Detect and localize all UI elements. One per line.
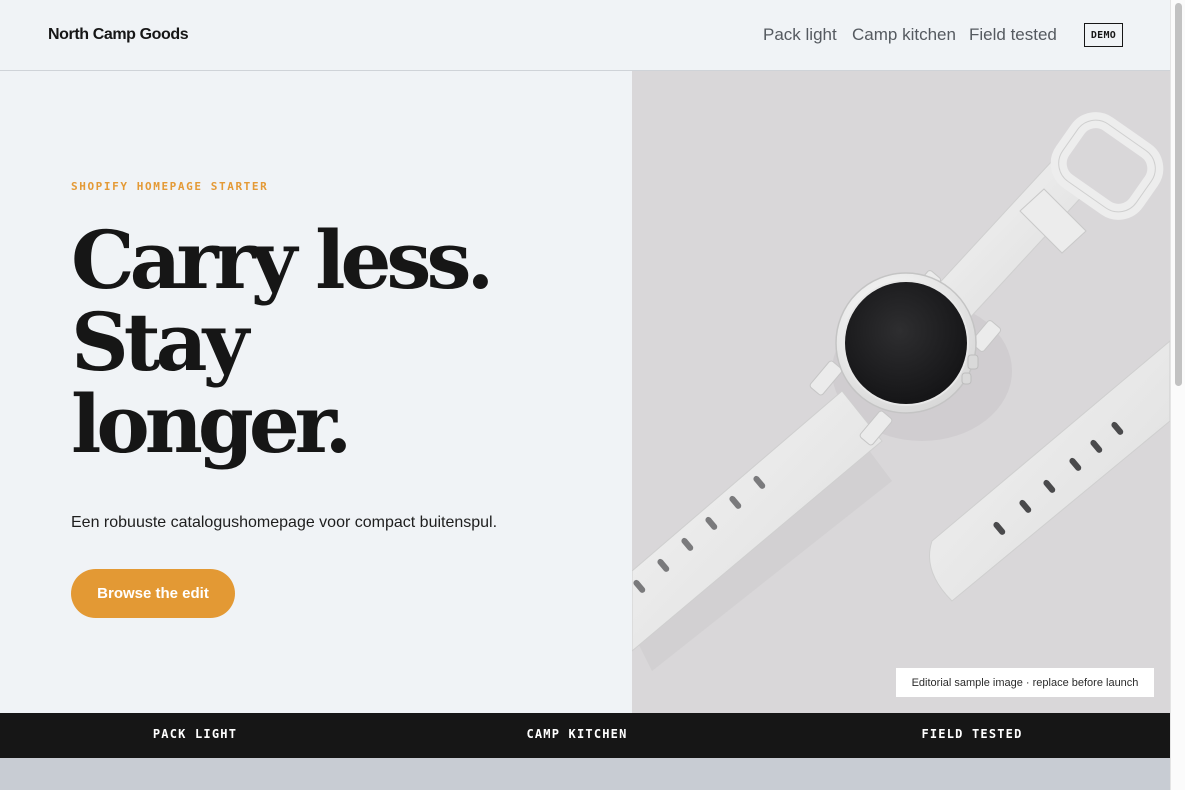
category-strip: PACK LIGHT CAMP KITCHEN FIELD TESTED: [0, 713, 1170, 758]
next-section: [0, 758, 1170, 790]
headline-line-2: Stay: [71, 295, 249, 389]
browse-the-edit-button[interactable]: Browse the edit: [71, 569, 235, 618]
category-field-tested[interactable]: FIELD TESTED: [777, 727, 1167, 741]
hero-headline: Carry less. Stay longer.: [71, 219, 591, 465]
hero-text-panel: SHOPIFY HOMEPAGE STARTER Carry less. Sta…: [0, 71, 632, 713]
hero-eyebrow: SHOPIFY HOMEPAGE STARTER: [71, 180, 269, 193]
image-caption: Editorial sample image · replace before …: [896, 668, 1154, 697]
headline-line-3: longer.: [71, 377, 352, 471]
scrollbar-thumb[interactable]: [1175, 3, 1182, 386]
nav-link-pack-light[interactable]: Pack light: [763, 25, 837, 45]
nav-link-field-tested[interactable]: Field tested: [969, 25, 1057, 45]
demo-badge: DEMO: [1084, 23, 1123, 47]
hero-tagline: Een robuuste catalogushomepage voor comp…: [71, 514, 498, 531]
site-header: North Camp Goods Pack light Camp kitchen…: [0, 0, 1170, 71]
smartwatch-icon: [632, 112, 1170, 671]
hero-image-panel: Editorial sample image · replace before …: [632, 71, 1170, 713]
headline-line-1: Carry less.: [71, 213, 494, 307]
category-camp-kitchen[interactable]: CAMP KITCHEN: [382, 727, 772, 741]
nav-link-camp-kitchen[interactable]: Camp kitchen: [852, 25, 956, 45]
page-scrollbar[interactable]: [1170, 0, 1185, 790]
brand-logo[interactable]: North Camp Goods: [48, 26, 189, 44]
category-pack-light[interactable]: PACK LIGHT: [0, 727, 390, 741]
